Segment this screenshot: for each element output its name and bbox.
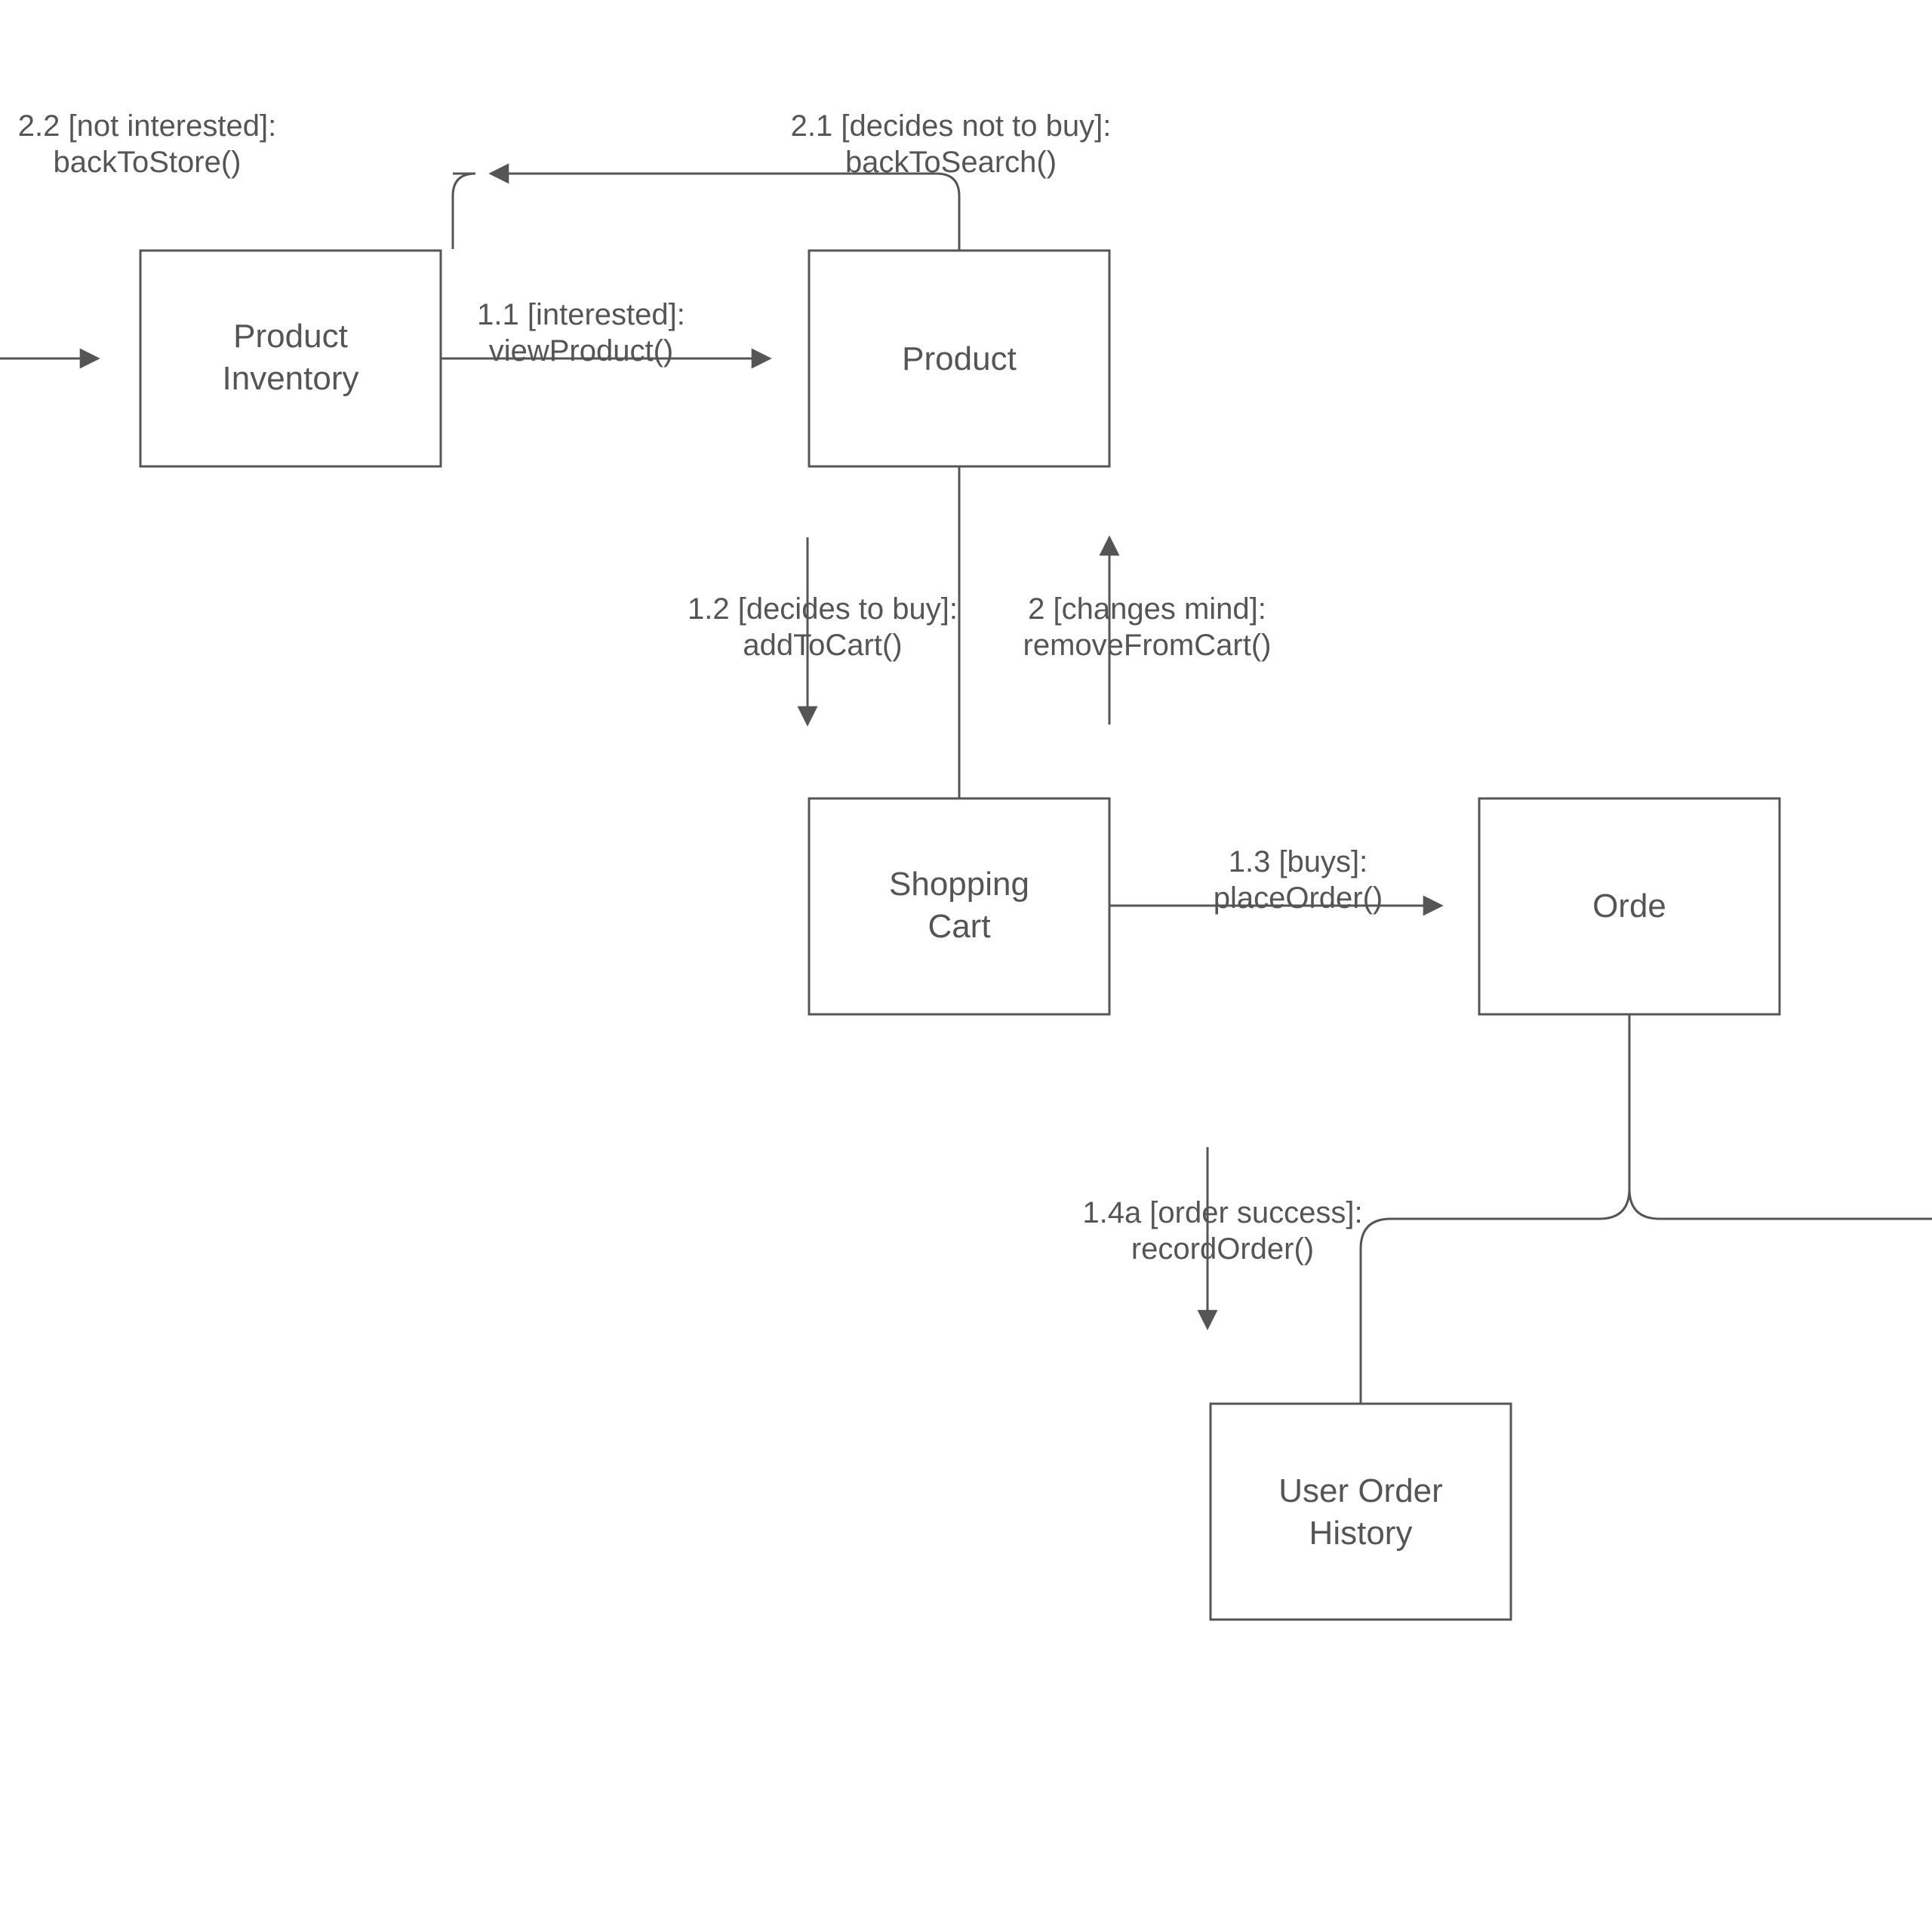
edge-place-order: 1.3 [buys]: placeOrder() <box>1109 845 1441 915</box>
node-product-inventory-label-1: Product <box>233 318 348 355</box>
edge-record-order-label-1: 1.4a [order success]: <box>1082 1196 1362 1229</box>
edge-record-order-label-2: recordOrder() <box>1131 1232 1314 1266</box>
node-product-inventory-label-2: Inventory <box>223 360 359 397</box>
node-product: Product <box>809 251 1109 466</box>
node-product-label: Product <box>902 340 1017 377</box>
edge-back-to-store: 2.2 [not interested]: backToStore() <box>18 109 475 249</box>
edge-place-order-label-1: 1.3 [buys]: <box>1229 845 1368 878</box>
edge-back-to-store-label-1: 2.2 [not interested]: <box>18 109 276 143</box>
edge-back-to-store-label-2: backToStore() <box>54 146 242 179</box>
node-order: Orde <box>1479 798 1780 1014</box>
edge-view-product: 1.1 [interested]: viewProduct() <box>441 298 770 368</box>
edge-record-order: 1.4a [order success]: recordOrder() <box>1082 1147 1362 1328</box>
edge-remove-from-cart-label-1: 2 [changes mind]: <box>1028 592 1266 626</box>
node-user-order-history-label-2: History <box>1309 1515 1413 1552</box>
edge-remove-from-cart-label-2: removeFromCart() <box>1023 629 1272 662</box>
flow-diagram: Product Inventory Product Shopping Cart … <box>0 0 1932 1932</box>
node-product-inventory: Product Inventory <box>140 251 441 466</box>
edge-order-down <box>1361 1014 1932 1404</box>
node-shopping-cart: Shopping Cart <box>809 798 1109 1014</box>
edge-back-to-search-label-1: 2.1 [decides not to buy]: <box>791 109 1112 143</box>
edge-add-to-cart: 1.2 [decides to buy]: addToCart() <box>688 537 958 724</box>
node-order-label: Orde <box>1592 888 1666 924</box>
edge-back-to-search: 2.1 [decides not to buy]: backToSearch() <box>491 109 1111 251</box>
edge-remove-from-cart: 2 [changes mind]: removeFromCart() <box>1023 537 1272 724</box>
edge-add-to-cart-label-1: 1.2 [decides to buy]: <box>688 592 958 626</box>
node-user-order-history: User Order History <box>1211 1404 1511 1620</box>
edge-add-to-cart-label-2: addToCart() <box>743 629 902 662</box>
edge-view-product-label-2: viewProduct() <box>489 334 674 368</box>
node-user-order-history-label-1: User Order <box>1278 1472 1443 1509</box>
edge-view-product-label-1: 1.1 [interested]: <box>477 298 685 331</box>
node-shopping-cart-label-1: Shopping <box>889 866 1029 903</box>
node-shopping-cart-label-2: Cart <box>928 908 990 945</box>
edge-place-order-label-2: placeOrder() <box>1214 881 1383 915</box>
edge-back-to-search-label-2: backToSearch() <box>845 146 1057 179</box>
